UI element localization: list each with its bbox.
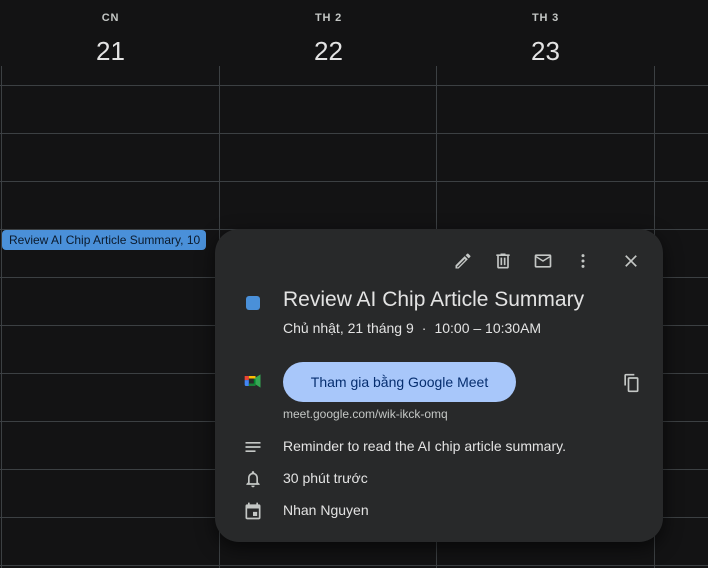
calendar-icon: [245, 502, 261, 520]
day-header-sunday[interactable]: CN 21: [2, 0, 219, 72]
trash-icon: [496, 253, 510, 269]
day-of-week: TH 3: [531, 12, 560, 24]
event-date: Chủ nhật, 21 tháng 9: [283, 320, 414, 336]
grid-line: [0, 181, 708, 182]
grid-line: [0, 565, 708, 566]
copy-link-button[interactable]: [615, 367, 647, 399]
event-details-popup: Review AI Chip Article Summary Chủ nhật,…: [215, 229, 663, 542]
bell-icon: [246, 471, 260, 488]
event-chip[interactable]: Review AI Chip Article Summary, 10: [2, 230, 206, 250]
calendar-owner: Nhan Nguyen: [283, 502, 369, 518]
description-icon: [245, 442, 261, 452]
day-of-week: CN: [101, 12, 120, 24]
meet-link[interactable]: meet.google.com/wik-ikck-omq: [283, 407, 448, 421]
copy-icon: [624, 373, 639, 393]
day-number[interactable]: 22: [220, 36, 437, 67]
google-meet-icon: [244, 374, 261, 388]
close-icon: [625, 255, 637, 267]
grid-line: [0, 85, 708, 86]
more-options-button[interactable]: [567, 245, 599, 277]
mail-icon: [534, 254, 552, 268]
separator: ·: [421, 320, 427, 336]
day-number[interactable]: 21: [2, 36, 219, 67]
close-button[interactable]: [615, 245, 647, 277]
calendar-week-view: CN 21 TH 2 22 TH 3 23 Review AI Chip Art…: [0, 0, 708, 568]
email-guests-button[interactable]: [527, 245, 559, 277]
event-reminder: 30 phút trước: [283, 470, 368, 486]
event-color-indicator: [246, 296, 260, 310]
event-time: 10:00 – 10:30AM: [434, 320, 542, 336]
pencil-icon: [455, 253, 471, 269]
event-title: Review AI Chip Article Summary: [283, 288, 585, 311]
join-meet-button[interactable]: Tham gia bằng Google Meet: [283, 362, 516, 402]
delete-event-button[interactable]: [487, 245, 519, 277]
more-vert-icon: [581, 254, 585, 268]
day-of-week: TH 2: [314, 12, 343, 24]
event-datetime: Chủ nhật, 21 tháng 9 · 10:00 – 10:30AM: [283, 320, 541, 336]
day-header-tuesday[interactable]: TH 3 23: [437, 0, 654, 72]
event-description: Reminder to read the AI chip article sum…: [283, 438, 566, 454]
day-header-monday[interactable]: TH 2 22: [220, 0, 437, 72]
grid-line: [0, 133, 708, 134]
day-number[interactable]: 23: [437, 36, 654, 67]
grid-line: [1, 66, 2, 568]
edit-event-button[interactable]: [447, 245, 479, 277]
